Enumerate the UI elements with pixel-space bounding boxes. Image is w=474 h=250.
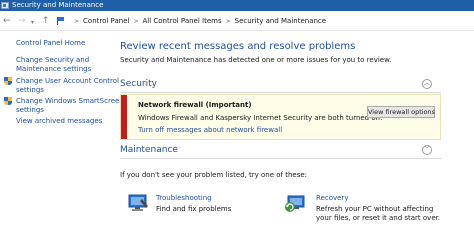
view-firewall-options-button[interactable]: View firewall options: [367, 106, 435, 118]
section-security-header[interactable]: Security: [120, 79, 157, 89]
section-divider: [120, 158, 441, 159]
help-prompt: If you don't see your problem listed, tr…: [120, 171, 308, 179]
main-content: Review recent messages and resolve probl…: [108, 31, 474, 250]
recovery-icon[interactable]: [284, 194, 306, 212]
chevron-right-icon[interactable]: >: [74, 18, 79, 25]
flag-icon: [56, 17, 66, 25]
title-bar: Security and Maintenance: [0, 0, 474, 11]
sidebar-item-label: Change Security and: [16, 56, 90, 64]
section-maintenance-header[interactable]: Maintenance: [120, 145, 178, 155]
breadcrumb-security-maintenance[interactable]: Security and Maintenance: [235, 17, 326, 25]
window-title: Security and Maintenance: [12, 1, 104, 9]
sidebar-item-change-security-settings[interactable]: Change Security and Maintenance settings: [16, 56, 91, 74]
chevron-right-icon[interactable]: >: [133, 18, 138, 25]
page-title: Review recent messages and resolve probl…: [120, 41, 356, 52]
control-panel-icon: [1, 2, 9, 9]
sidebar-item-label: Change User Account Control: [16, 77, 119, 85]
shield-icon: [4, 77, 12, 86]
sidebar-item-view-archived-messages[interactable]: View archived messages: [16, 117, 102, 126]
sidebar-item-label: settings: [16, 86, 44, 94]
chevron-up-icon[interactable]: ︿: [422, 79, 432, 89]
address-bar: ← → ▾ ↑ > Control Panel > All Control Pa…: [0, 11, 474, 31]
breadcrumb-all-items[interactable]: All Control Panel Items: [142, 17, 221, 25]
shield-icon: [4, 97, 12, 106]
forward-arrow-icon[interactable]: →: [18, 15, 26, 27]
chevron-down-icon[interactable]: ▾: [31, 17, 34, 29]
sidebar-item-label: Maintenance settings: [16, 65, 92, 73]
recovery-description-line: Refresh your PC without affecting: [316, 205, 434, 213]
security-alert-panel: Network firewall (Important) Windows Fir…: [120, 94, 441, 140]
sidebar: Control Panel Home Change Security and M…: [0, 31, 124, 250]
troubleshooting-icon[interactable]: [128, 194, 150, 212]
back-arrow-icon[interactable]: ←: [3, 15, 11, 27]
alert-text: Windows Firewall and Kaspersky Internet …: [138, 114, 383, 122]
chevron-down-icon[interactable]: ﹀: [422, 145, 432, 155]
chevron-right-icon[interactable]: >: [226, 18, 231, 25]
recovery-description-line: your files, or reset it and start over.: [316, 214, 441, 222]
alert-severity-bar: [121, 95, 127, 139]
section-divider: [120, 92, 441, 93]
breadcrumb-control-panel[interactable]: Control Panel: [83, 17, 129, 25]
sidebar-item-label: settings: [16, 106, 44, 114]
troubleshooting-description: Find and fix problems: [156, 205, 232, 213]
breadcrumb: > Control Panel > All Control Panel Item…: [56, 15, 326, 27]
recovery-description: Refresh your PC without affecting your f…: [316, 205, 440, 223]
sidebar-item-control-panel-home[interactable]: Control Panel Home: [16, 39, 85, 48]
alert-title: Network firewall (Important): [138, 101, 252, 109]
page-subtitle: Security and Maintenance has detected on…: [120, 56, 392, 64]
recovery-link[interactable]: Recovery: [316, 194, 348, 202]
troubleshooting-link[interactable]: Troubleshooting: [156, 194, 212, 202]
sidebar-item-change-uac-settings[interactable]: Change User Account Control settings: [16, 77, 119, 95]
turn-off-firewall-messages-link[interactable]: Turn off messages about network firewall: [138, 126, 282, 134]
up-arrow-icon[interactable]: ↑: [42, 15, 50, 27]
